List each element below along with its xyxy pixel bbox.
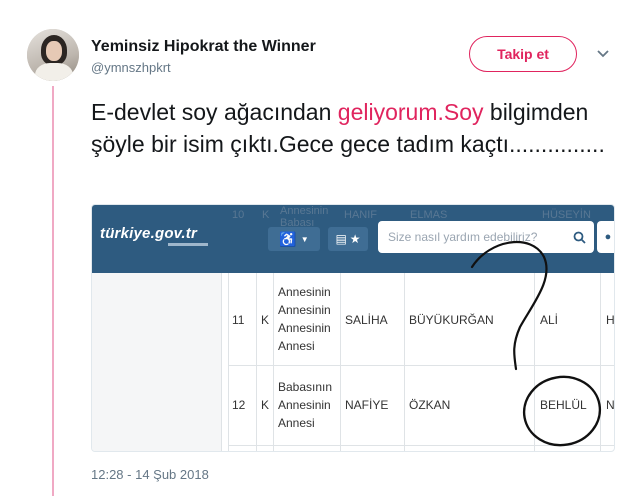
table-cell-gender: K	[261, 313, 270, 327]
keyboard-icon: ▤	[335, 232, 347, 246]
gov-left-panel	[92, 273, 222, 451]
gov-logo[interactable]: türkiye.gov.tr	[100, 225, 197, 242]
accessibility-menu[interactable]: ♿ ▼	[268, 227, 320, 251]
table-cell-first-name: SALİHA	[345, 313, 388, 327]
user-icon[interactable]: ●	[597, 221, 614, 253]
search-icon[interactable]	[570, 225, 588, 249]
table-cell-relation: Annesi	[278, 339, 315, 353]
gov-logo-subline	[168, 243, 208, 246]
ghost-row-relation: Annesinin Babası	[280, 205, 329, 229]
tweet-timestamp[interactable]: 12:28 - 14 Şub 2018	[91, 467, 209, 482]
table-cell-relation: Annesinin	[278, 321, 331, 335]
table-cell-no: 11	[232, 313, 245, 327]
table-cell-last-name: BÜYÜKURĞAN	[409, 313, 494, 327]
table-cell-parent: ALİ	[540, 313, 559, 327]
table-cell-relation: Annesi	[278, 416, 315, 430]
table-cell-relation: Babasının	[278, 380, 333, 394]
accessibility-icon: ♿	[279, 230, 297, 247]
gov-header: 10 K Annesinin Babası HANIF ELMAS HÜSEYİ…	[92, 205, 614, 273]
ghost-row-parent: HÜSEYİN	[542, 209, 591, 221]
table-cell-extra: H	[606, 313, 615, 327]
table-cell-no: 12	[232, 398, 246, 412]
ghost-row-first-name: HANIF	[344, 209, 377, 221]
tweet-media-image[interactable]: 10 K Annesinin Babası HANIF ELMAS HÜSEYİ…	[91, 204, 615, 452]
table-cell-gender: K	[261, 398, 270, 412]
chevron-down-icon[interactable]	[596, 49, 610, 59]
table-cell-relation: Annesinin	[278, 285, 331, 299]
family-tree-table: 11 K Annesinin Annesinin Annesinin Annes…	[228, 273, 615, 451]
tweet-link[interactable]: geliyorum.Soy	[338, 99, 484, 125]
avatar[interactable]	[27, 29, 79, 81]
table-cell-relation: Annesinin	[278, 303, 331, 317]
author-handle[interactable]: @ymnszhpkrt	[91, 60, 171, 75]
author-name[interactable]: Yeminsiz Hipokrat the Winner	[91, 38, 316, 56]
tweet-text-start: E-devlet soy ağacından	[91, 99, 338, 125]
table-cell-extra: N	[606, 398, 615, 412]
table-cell-first-name: NAFİYE	[345, 398, 389, 412]
table-cell-last-name: ÖZKAN	[409, 398, 451, 412]
gov-search-input[interactable]: Size nasıl yardım edebiliriz?	[378, 221, 594, 253]
keyboard-favorites[interactable]: ▤ ★	[328, 227, 368, 251]
table-cell-parent: BEHLÜL	[540, 398, 587, 412]
table-cell-relation: Annesinin	[278, 398, 331, 412]
thread-line	[52, 86, 54, 496]
tweet-text: E-devlet soy ağacından geliyorum.Soy bil…	[91, 96, 621, 160]
star-icon: ★	[349, 232, 361, 246]
ghost-row-gender: K	[262, 209, 270, 221]
chevron-down-icon: ▼	[300, 234, 309, 244]
ghost-row-last-name: ELMAS	[410, 209, 448, 221]
follow-button[interactable]: Takip et	[469, 36, 577, 72]
ghost-row-no: 10	[232, 209, 245, 221]
